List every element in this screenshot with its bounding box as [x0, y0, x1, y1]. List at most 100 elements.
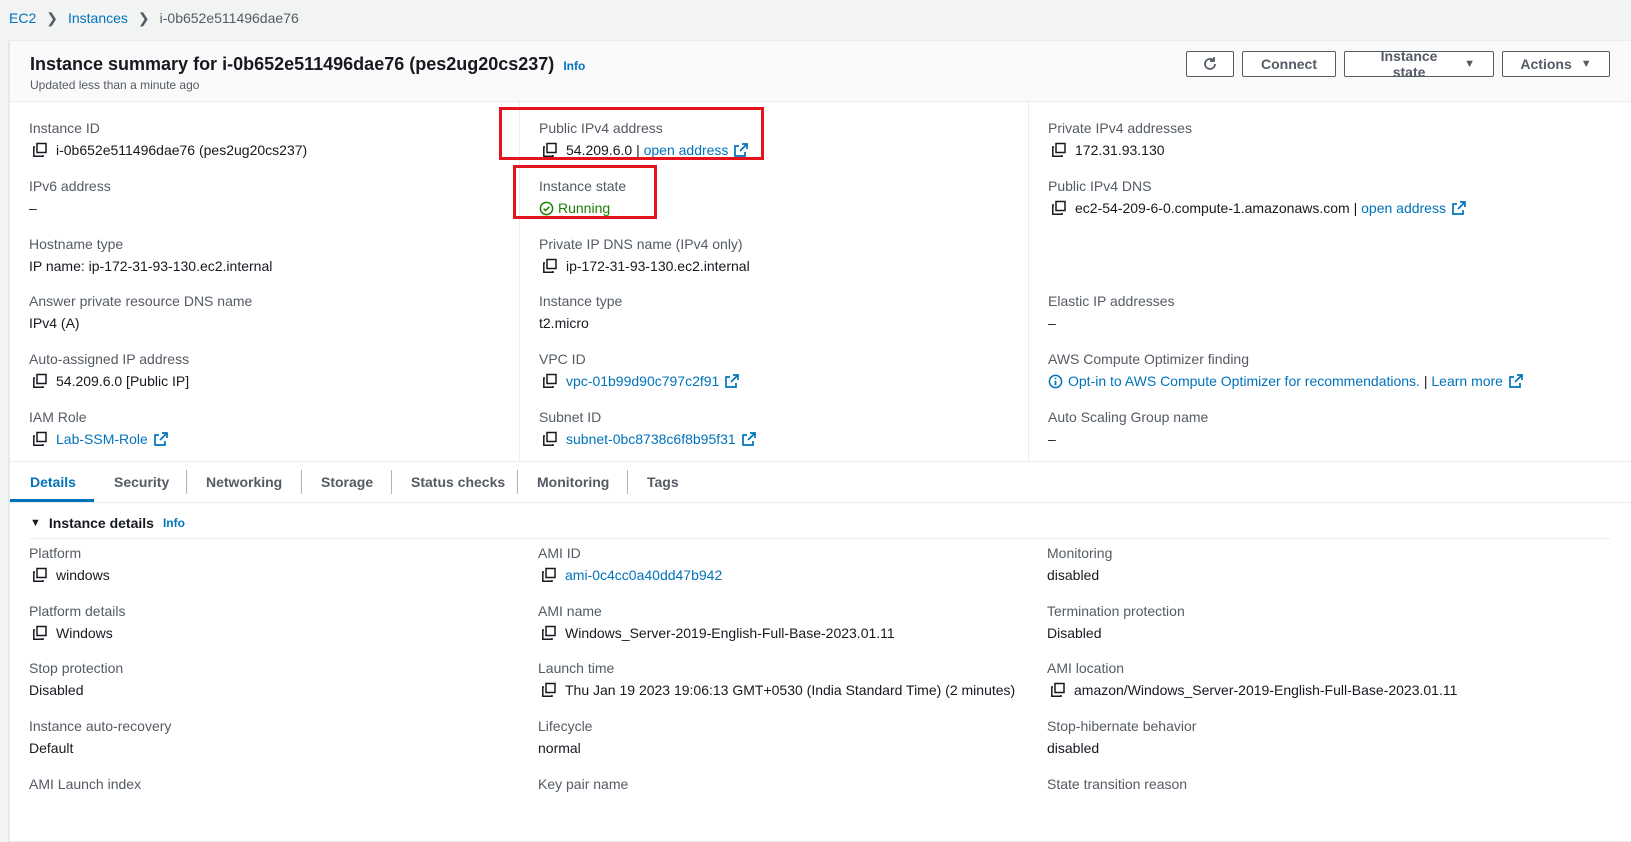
info-link[interactable]: Info	[563, 59, 585, 73]
field-ipv6: IPv6 address –	[29, 176, 111, 219]
refresh-button[interactable]	[1186, 51, 1234, 77]
summary-column-2: Public IPv4 address 54.209.6.0 | open ad…	[519, 101, 1029, 501]
copy-icon[interactable]	[32, 142, 48, 158]
field-value: ip-172-31-93-130.ec2.internal	[566, 258, 750, 274]
open-address-link[interactable]: open address	[1361, 197, 1446, 219]
field-label: Instance ID	[29, 120, 100, 136]
instance-state-button[interactable]: Instance state ▼	[1344, 48, 1494, 80]
info-circle-icon	[1048, 374, 1063, 388]
field-auto-recovery: Instance auto-recovery Default	[29, 716, 171, 759]
info-link[interactable]: Info	[163, 516, 185, 530]
field-vpc-id: VPC ID vpc-01b99d90c797c2f91	[539, 349, 740, 392]
vpc-id-link[interactable]: vpc-01b99d90c797c2f91	[566, 370, 719, 392]
caret-down-icon[interactable]: ▼	[30, 517, 41, 529]
field-label: AMI ID	[538, 545, 581, 561]
field-instance-type: Instance type t2.micro	[539, 291, 622, 334]
tab-details[interactable]: Details	[10, 462, 94, 502]
copy-icon[interactable]	[32, 625, 48, 641]
copy-icon[interactable]	[541, 567, 557, 583]
field-termination: Termination protection Disabled	[1047, 601, 1185, 644]
field-key-pair: Key pair name	[538, 774, 628, 794]
field-value: –	[29, 200, 37, 216]
field-private-dns: Private IP DNS name (IPv4 only) ip-172-3…	[539, 234, 750, 277]
field-label: Platform	[29, 545, 82, 561]
field-label: Instance type	[539, 293, 623, 309]
field-label: Termination protection	[1047, 603, 1185, 619]
iam-role-link[interactable]: Lab-SSM-Role	[56, 428, 148, 450]
tab-monitoring[interactable]: Monitoring	[517, 462, 629, 502]
external-link-icon[interactable]	[725, 374, 740, 388]
optimizer-optin-link[interactable]: Opt-in to AWS Compute Optimizer for reco…	[1068, 370, 1420, 392]
field-value: IP name: ip-172-31-93-130.ec2.internal	[29, 258, 273, 274]
field-ami-location: AMI location amazon/Windows_Server-2019-…	[1047, 658, 1457, 701]
field-iam-role: IAM Role Lab-SSM-Role	[29, 407, 168, 450]
field-ami-launch-index: AMI Launch index	[29, 774, 141, 794]
field-label: Hostname type	[29, 236, 124, 252]
copy-icon[interactable]	[542, 431, 558, 447]
copy-icon[interactable]	[1051, 200, 1067, 216]
tab-status-checks[interactable]: Status checks	[391, 462, 525, 502]
field-value: i-0b652e511496dae76 (pes2ug20cs237)	[56, 142, 308, 158]
field-label: Public IPv4 DNS	[1048, 178, 1152, 194]
details-tabs: Details Security Networking Storage Stat…	[10, 461, 1631, 503]
field-platform-details: Platform details Windows	[29, 601, 125, 644]
page-title: Instance summary for i-0b652e511496dae76…	[30, 54, 585, 75]
field-value: Windows	[56, 625, 113, 641]
tab-tags[interactable]: Tags	[627, 462, 699, 502]
caret-down-icon: ▼	[1464, 58, 1475, 70]
field-stop-hibernate: Stop-hibernate behavior disabled	[1047, 716, 1196, 759]
chevron-right-icon: ❯	[137, 9, 150, 26]
field-monitoring: Monitoring disabled	[1047, 543, 1112, 586]
copy-icon[interactable]	[542, 258, 558, 274]
field-value: Windows_Server-2019-English-Full-Base-20…	[565, 625, 895, 641]
field-state-reason: State transition reason	[1047, 774, 1187, 794]
divider	[30, 538, 1610, 539]
refresh-icon	[1204, 57, 1216, 70]
tab-networking[interactable]: Networking	[186, 462, 302, 502]
field-label: Private IPv4 addresses	[1048, 120, 1192, 136]
external-link-icon[interactable]	[1452, 201, 1466, 215]
ami-id-link[interactable]: ami-0c4cc0a40dd47b942	[565, 564, 722, 586]
field-hostname-type: Hostname type IP name: ip-172-31-93-130.…	[29, 234, 272, 277]
field-label: AMI name	[538, 603, 602, 619]
copy-icon[interactable]	[32, 567, 48, 583]
breadcrumb-ec2[interactable]: EC2	[9, 10, 36, 26]
connect-button[interactable]: Connect	[1242, 51, 1336, 77]
field-label: Elastic IP addresses	[1048, 293, 1175, 309]
field-label: AMI location	[1047, 660, 1125, 676]
field-label: Launch time	[538, 660, 615, 676]
header-actions: Connect Instance state ▼ Actions ▼	[1186, 48, 1610, 80]
instance-details-header[interactable]: ▼ Instance details Info	[30, 515, 185, 531]
tab-storage[interactable]: Storage	[301, 462, 393, 502]
field-label: AWS Compute Optimizer finding	[1048, 351, 1249, 367]
subnet-id-link[interactable]: subnet-0bc8738c6f8b95f31	[566, 428, 736, 450]
field-lifecycle: Lifecycle normal	[538, 716, 592, 759]
field-label: Key pair name	[538, 776, 629, 792]
tab-security[interactable]: Security	[94, 462, 189, 502]
learn-more-link[interactable]: Learn more	[1431, 370, 1503, 392]
copy-icon[interactable]	[1050, 682, 1066, 698]
external-link-icon[interactable]	[1509, 374, 1523, 388]
external-link-icon[interactable]	[153, 432, 168, 446]
external-link-icon[interactable]	[741, 432, 756, 446]
field-label: Stop-hibernate behavior	[1047, 718, 1197, 734]
copy-icon[interactable]	[541, 682, 557, 698]
field-label: Instance auto-recovery	[29, 718, 172, 734]
breadcrumb-instances[interactable]: Instances	[68, 10, 128, 26]
field-label: IPv6 address	[29, 178, 111, 194]
field-value: –	[1048, 431, 1056, 447]
copy-icon[interactable]	[542, 373, 558, 389]
field-platform: Platform windows	[29, 543, 110, 586]
instance-summary-panel: Instance summary for i-0b652e511496dae76…	[9, 40, 1631, 842]
copy-icon[interactable]	[1051, 142, 1067, 158]
copy-icon[interactable]	[32, 431, 48, 447]
field-private-ipv4: Private IPv4 addresses 172.31.93.130	[1048, 118, 1192, 161]
field-value: –	[1048, 315, 1056, 331]
copy-icon[interactable]	[541, 625, 557, 641]
actions-button[interactable]: Actions ▼	[1502, 51, 1610, 77]
field-value: IPv4 (A)	[29, 315, 80, 331]
chevron-right-icon: ❯	[46, 9, 58, 26]
summary-column-3: Private IPv4 addresses 172.31.93.130 Pub…	[1028, 101, 1631, 501]
copy-icon[interactable]	[32, 373, 48, 389]
field-label: AMI Launch index	[29, 776, 142, 792]
